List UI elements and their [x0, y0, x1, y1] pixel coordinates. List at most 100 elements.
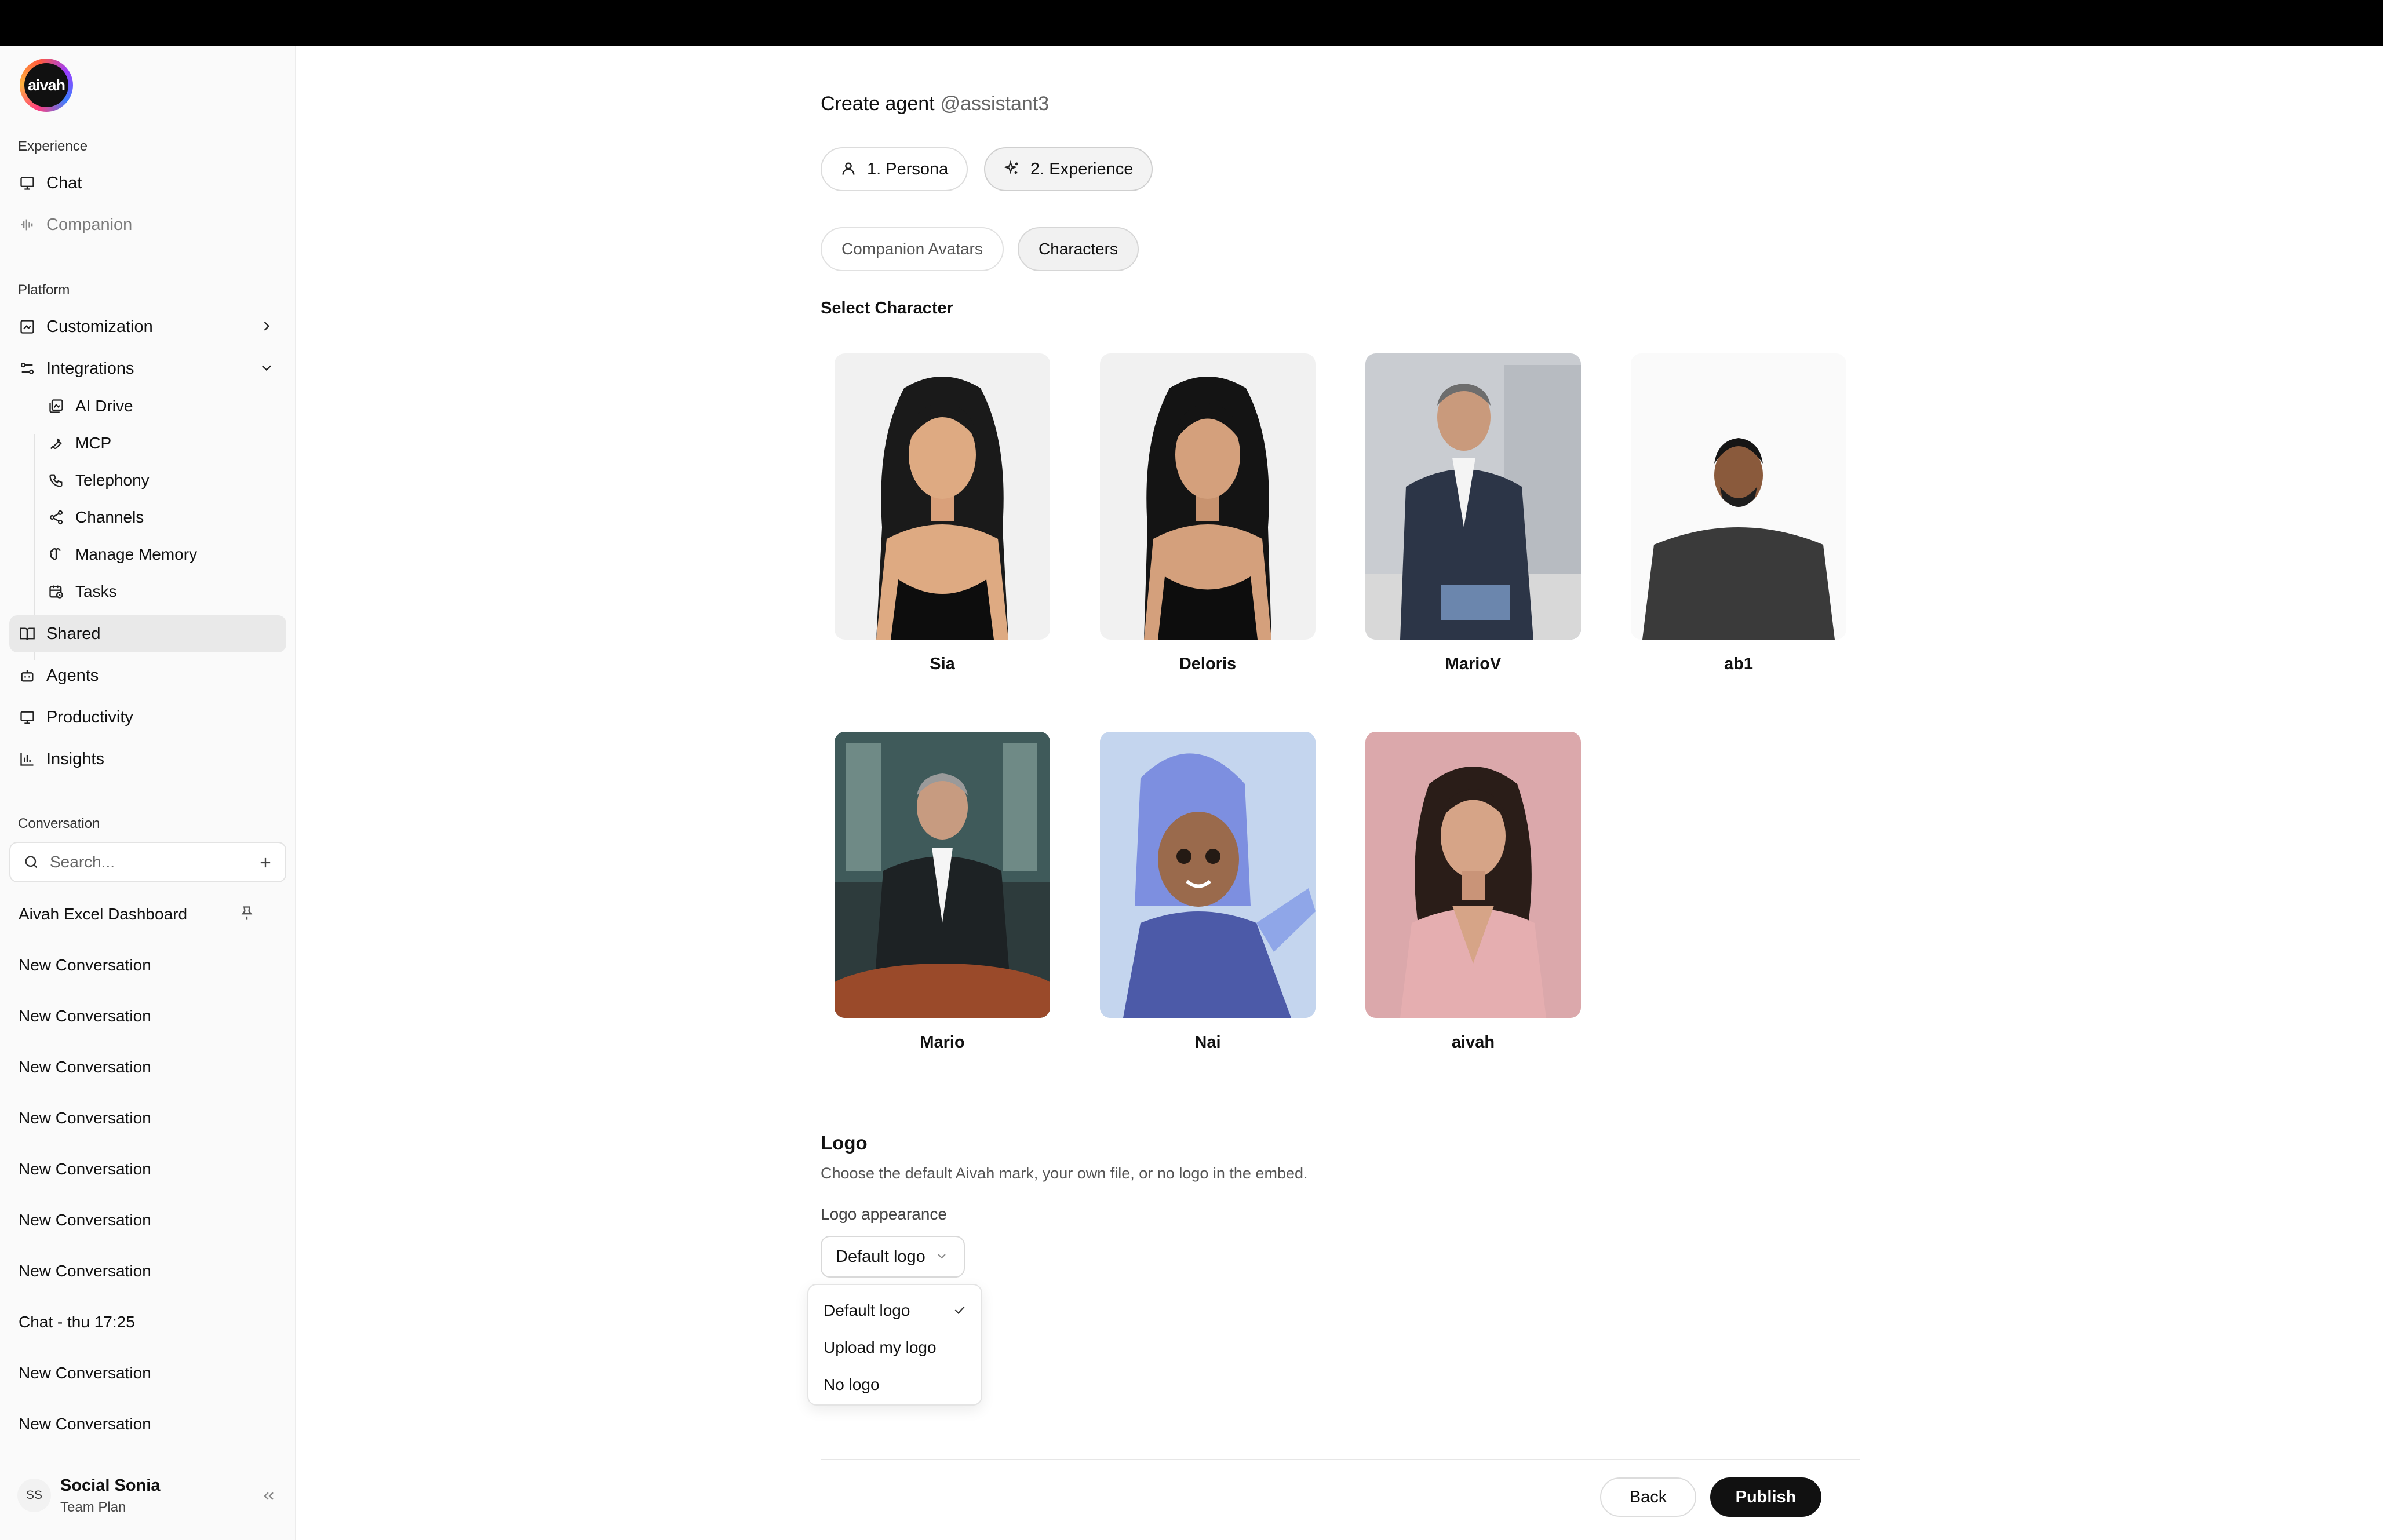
sidebar-item-productivity[interactable]: Productivity	[9, 699, 286, 736]
character-photo	[1631, 353, 1846, 640]
section-label-experience: Experience	[18, 138, 88, 154]
sidebar-item-label: AI Drive	[75, 397, 133, 415]
chat-icon	[19, 174, 36, 192]
sidebar-item-insights[interactable]: Insights	[9, 740, 286, 778]
customization-icon	[19, 318, 36, 335]
character-photo	[1365, 353, 1581, 640]
conversation-item[interactable]: New Conversation	[9, 1046, 286, 1088]
avatar: SS	[17, 1479, 51, 1512]
character-card-mariov[interactable]: MarioV	[1365, 353, 1581, 678]
character-name: Mario	[920, 1033, 965, 1052]
footer-divider	[821, 1459, 1860, 1460]
logo-appearance-label: Logo appearance	[821, 1205, 947, 1223]
logo-options-dropdown: Default logo Upload my logo No logo	[807, 1284, 982, 1406]
sidebar-item-agents[interactable]: Agents	[9, 657, 286, 694]
sidebar-item-tasks[interactable]: Tasks	[38, 575, 282, 608]
character-card-ab1[interactable]: ab1	[1631, 353, 1846, 678]
character-card-deloris[interactable]: Deloris	[1100, 353, 1316, 678]
option-label: Upload my logo	[824, 1338, 937, 1356]
conversation-title: New Conversation	[19, 1364, 151, 1382]
character-photo	[1365, 732, 1581, 1018]
search-input[interactable]	[49, 852, 240, 872]
conversation-item[interactable]: New Conversation	[9, 1250, 286, 1292]
character-photo	[1100, 732, 1316, 1018]
sidebar-item-label: Companion	[46, 215, 133, 234]
tab-characters[interactable]: Characters	[1018, 227, 1139, 271]
waveform-icon	[19, 216, 36, 233]
character-photo	[835, 732, 1050, 1018]
logo-option-none[interactable]: No logo	[808, 1366, 981, 1403]
sidebar-item-label: Agents	[46, 666, 99, 685]
sidebar-item-ai-drive[interactable]: AI Drive	[38, 390, 282, 422]
conversation-item[interactable]: New Conversation	[9, 944, 286, 986]
character-card-mario[interactable]: Mario	[835, 732, 1050, 1056]
character-card-sia[interactable]: Sia	[835, 353, 1050, 678]
character-name: Sia	[930, 655, 955, 673]
section-label-platform: Platform	[18, 282, 70, 298]
page-title: Create agent @assistant3	[821, 93, 1049, 115]
conversation-item[interactable]: New Conversation	[9, 1097, 286, 1139]
conversation-title: New Conversation	[19, 1160, 151, 1178]
logo-appearance-select[interactable]: Default logo	[821, 1236, 965, 1278]
character-card-nai[interactable]: Nai	[1100, 732, 1316, 1056]
search-icon	[23, 854, 39, 870]
user-profile[interactable]: SS Social Sonia Team Plan	[17, 1472, 284, 1524]
sidebar-item-manage-memory[interactable]: Manage Memory	[38, 538, 282, 571]
conversation-title: New Conversation	[19, 1262, 151, 1280]
pin-icon[interactable]	[239, 905, 256, 922]
conversation-title: Aivah Excel Dashboard	[19, 905, 188, 923]
conversation-title: Chat - thu 17:25	[19, 1313, 135, 1331]
new-conversation-plus-icon[interactable]	[257, 855, 274, 871]
sidebar-item-customization[interactable]: Customization	[9, 308, 286, 345]
publish-button[interactable]: Publish	[1710, 1477, 1821, 1517]
sidebar-item-channels[interactable]: Channels	[38, 501, 282, 534]
phone-icon	[48, 472, 65, 489]
step-experience[interactable]: 2. Experience	[984, 147, 1153, 191]
option-label: No logo	[824, 1375, 880, 1393]
sidebar: aivah Experience Chat Companion Platform…	[0, 46, 296, 1540]
check-icon	[952, 1302, 968, 1319]
tab-companion-avatars[interactable]: Companion Avatars	[821, 227, 1004, 271]
sidebar-item-label: Customization	[46, 317, 153, 336]
option-label: Default logo	[824, 1301, 910, 1319]
sidebar-item-telephony[interactable]: Telephony	[38, 464, 282, 497]
step-label: 1. Persona	[867, 159, 949, 178]
character-card-aivah[interactable]: aivah	[1365, 732, 1581, 1056]
logo-option-upload[interactable]: Upload my logo	[808, 1329, 981, 1366]
sidebar-item-label: Integrations	[46, 359, 134, 378]
step-label: 2. Experience	[1030, 159, 1134, 178]
conversation-title: New Conversation	[19, 956, 151, 974]
calendar-clock-icon	[48, 583, 65, 600]
user-icon	[840, 160, 858, 178]
conversation-item[interactable]: Chat - thu 17:25	[9, 1301, 286, 1343]
conversation-item[interactable]: New Conversation	[9, 1403, 286, 1445]
conversation-item[interactable]: Aivah Excel Dashboard	[9, 893, 286, 935]
sidebar-item-label: Manage Memory	[75, 545, 198, 563]
conversation-item[interactable]: New Conversation	[9, 995, 286, 1037]
integrations-icon	[19, 360, 36, 377]
sidebar-item-chat[interactable]: Chat	[9, 165, 286, 202]
chevron-down-icon	[935, 1249, 950, 1264]
logo-option-default[interactable]: Default logo	[808, 1292, 981, 1329]
agent-handle: @assistant3	[940, 93, 1050, 115]
character-name: aivah	[1451, 1033, 1495, 1052]
book-icon	[19, 625, 36, 643]
sidebar-item-label: Tasks	[75, 582, 117, 600]
conversation-title: New Conversation	[19, 1007, 151, 1025]
character-photo	[1100, 353, 1316, 640]
conversation-item[interactable]: New Conversation	[9, 1199, 286, 1241]
share-icon	[48, 509, 65, 526]
conversation-item[interactable]: New Conversation	[9, 1352, 286, 1394]
drive-icon	[48, 397, 65, 415]
sidebar-item-companion[interactable]: Companion	[9, 206, 286, 243]
chevron-down-icon	[258, 360, 276, 377]
back-button[interactable]: Back	[1600, 1477, 1696, 1517]
user-name: Social Sonia	[60, 1476, 161, 1495]
sidebar-item-integrations[interactable]: Integrations	[9, 350, 286, 387]
step-persona[interactable]: 1. Persona	[821, 147, 968, 191]
collapse-sidebar-icon[interactable]	[261, 1488, 278, 1505]
sidebar-item-shared[interactable]: Shared	[9, 615, 286, 652]
brand-logo[interactable]: aivah	[20, 59, 73, 112]
sidebar-item-mcp[interactable]: MCP	[38, 427, 282, 459]
conversation-item[interactable]: New Conversation	[9, 1148, 286, 1190]
